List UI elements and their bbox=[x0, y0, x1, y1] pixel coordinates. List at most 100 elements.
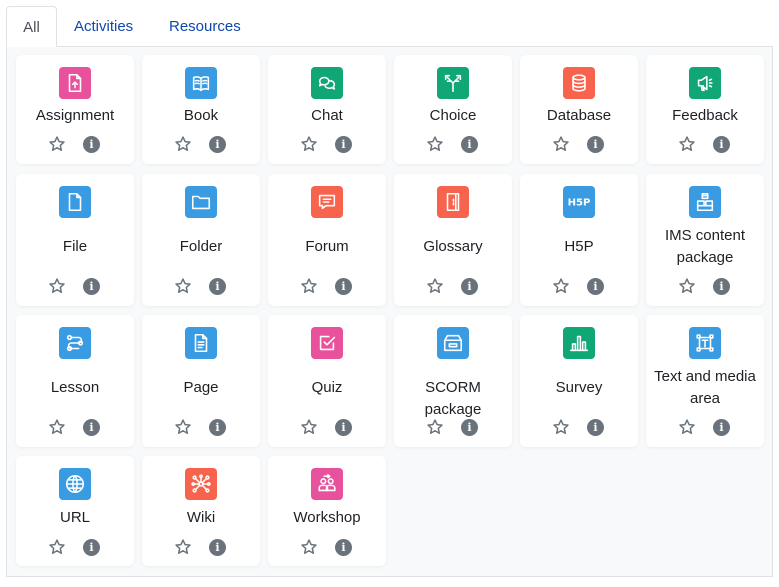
info-circle-icon[interactable]: i bbox=[461, 278, 478, 295]
module-card-feedback[interactable]: Feedback i bbox=[646, 55, 764, 164]
star-outline-icon[interactable] bbox=[426, 277, 444, 295]
module-card-folder[interactable]: Folder i bbox=[142, 174, 260, 306]
glossary-icon bbox=[437, 186, 469, 218]
module-name: Wiki bbox=[186, 509, 216, 526]
tab-activities[interactable]: Activities bbox=[58, 6, 149, 47]
info-circle-icon[interactable]: i bbox=[335, 278, 352, 295]
star-outline-icon[interactable] bbox=[174, 277, 192, 295]
module-name: Survey bbox=[555, 379, 603, 396]
info-circle-icon[interactable]: i bbox=[713, 136, 730, 153]
info-circle-icon[interactable]: i bbox=[83, 539, 100, 556]
info-circle-icon[interactable]: i bbox=[713, 419, 730, 436]
info-circle-icon[interactable]: i bbox=[335, 539, 352, 556]
module-card-wiki[interactable]: Wiki i bbox=[142, 456, 260, 566]
star-outline-icon[interactable] bbox=[300, 538, 318, 556]
assignment-icon bbox=[59, 67, 91, 99]
info-circle-icon[interactable]: i bbox=[83, 419, 100, 436]
info-circle-icon[interactable]: i bbox=[713, 278, 730, 295]
info-circle-icon[interactable]: i bbox=[335, 419, 352, 436]
star-outline-icon[interactable] bbox=[300, 135, 318, 153]
info-circle-icon[interactable]: i bbox=[83, 136, 100, 153]
star-outline-icon[interactable] bbox=[552, 135, 570, 153]
module-card-forum[interactable]: Forum i bbox=[268, 174, 386, 306]
module-card-survey[interactable]: Survey i bbox=[520, 315, 638, 447]
activity-chooser-panel: Assignment i Book i Chat i Choice i Database i Fee… bbox=[6, 46, 773, 577]
star-outline-icon[interactable] bbox=[426, 418, 444, 436]
module-card-workshop[interactable]: Workshop i bbox=[268, 456, 386, 566]
module-card-chat[interactable]: Chat i bbox=[268, 55, 386, 164]
module-card-quiz[interactable]: Quiz i bbox=[268, 315, 386, 447]
star-outline-icon[interactable] bbox=[174, 418, 192, 436]
module-name: Quiz bbox=[311, 379, 343, 396]
info-circle-icon[interactable]: i bbox=[335, 136, 352, 153]
info-circle-icon[interactable]: i bbox=[209, 278, 226, 295]
module-card-choice[interactable]: Choice i bbox=[394, 55, 512, 164]
module-name: File bbox=[62, 238, 88, 255]
module-name: IMS content package bbox=[664, 227, 746, 266]
book-icon bbox=[185, 67, 217, 99]
module-card-h5p[interactable]: H5P H5P i bbox=[520, 174, 638, 306]
star-outline-icon[interactable] bbox=[300, 418, 318, 436]
module-name: Book bbox=[183, 107, 219, 124]
module-name: Assignment bbox=[35, 107, 115, 124]
star-outline-icon[interactable] bbox=[48, 135, 66, 153]
module-card-assignment[interactable]: Assignment i bbox=[16, 55, 134, 164]
module-name: Forum bbox=[305, 238, 349, 255]
tab-resources[interactable]: Resources bbox=[153, 6, 257, 47]
module-card-file[interactable]: File i bbox=[16, 174, 134, 306]
quiz-icon bbox=[311, 327, 343, 359]
star-outline-icon[interactable] bbox=[174, 135, 192, 153]
text-media-icon bbox=[689, 327, 721, 359]
module-name: Page bbox=[183, 379, 219, 396]
page-icon bbox=[185, 327, 217, 359]
forum-icon bbox=[311, 186, 343, 218]
lesson-icon bbox=[59, 327, 91, 359]
star-outline-icon[interactable] bbox=[300, 277, 318, 295]
module-card-scorm-package[interactable]: SCORM package i bbox=[394, 315, 512, 447]
star-outline-icon[interactable] bbox=[552, 277, 570, 295]
info-circle-icon[interactable]: i bbox=[209, 136, 226, 153]
star-outline-icon[interactable] bbox=[678, 135, 696, 153]
module-name: Chat bbox=[311, 107, 343, 124]
star-outline-icon[interactable] bbox=[48, 277, 66, 295]
star-outline-icon[interactable] bbox=[552, 418, 570, 436]
info-circle-icon[interactable]: i bbox=[587, 278, 604, 295]
module-name: Workshop bbox=[293, 509, 361, 526]
module-name: Folder bbox=[179, 238, 223, 255]
choice-icon bbox=[437, 67, 469, 99]
star-outline-icon[interactable] bbox=[678, 277, 696, 295]
info-circle-icon[interactable]: i bbox=[461, 419, 478, 436]
scorm-icon bbox=[437, 327, 469, 359]
star-outline-icon[interactable] bbox=[678, 418, 696, 436]
module-card-database[interactable]: Database i bbox=[520, 55, 638, 164]
module-card-ims-content-package[interactable]: IMS content package i bbox=[646, 174, 764, 306]
module-card-page[interactable]: Page i bbox=[142, 315, 260, 447]
module-name: Text and media area bbox=[654, 368, 756, 407]
module-name: Lesson bbox=[50, 379, 100, 396]
info-circle-icon[interactable]: i bbox=[83, 278, 100, 295]
file-icon bbox=[59, 186, 91, 218]
module-card-url[interactable]: URL i bbox=[16, 456, 134, 566]
info-circle-icon[interactable]: i bbox=[209, 419, 226, 436]
star-outline-icon[interactable] bbox=[48, 418, 66, 436]
tab-all[interactable]: All bbox=[6, 6, 57, 47]
star-outline-icon[interactable] bbox=[48, 538, 66, 556]
info-circle-icon[interactable]: i bbox=[209, 539, 226, 556]
feedback-icon bbox=[689, 67, 721, 99]
info-circle-icon[interactable]: i bbox=[587, 136, 604, 153]
module-name: Choice bbox=[429, 107, 477, 124]
star-outline-icon[interactable] bbox=[426, 135, 444, 153]
module-card-book[interactable]: Book i bbox=[142, 55, 260, 164]
svg-text:H5P: H5P bbox=[568, 198, 590, 209]
module-card-text-and-media-area[interactable]: Text and media area i bbox=[646, 315, 764, 447]
module-card-glossary[interactable]: Glossary i bbox=[394, 174, 512, 306]
wiki-icon bbox=[185, 468, 217, 500]
module-card-lesson[interactable]: Lesson i bbox=[16, 315, 134, 447]
module-name: H5P bbox=[564, 238, 594, 255]
info-circle-icon[interactable]: i bbox=[461, 136, 478, 153]
module-name: SCORM package bbox=[424, 379, 482, 418]
tab-list: All Activities Resources bbox=[6, 6, 773, 47]
star-outline-icon[interactable] bbox=[174, 538, 192, 556]
module-name: Glossary bbox=[423, 238, 483, 255]
info-circle-icon[interactable]: i bbox=[587, 419, 604, 436]
